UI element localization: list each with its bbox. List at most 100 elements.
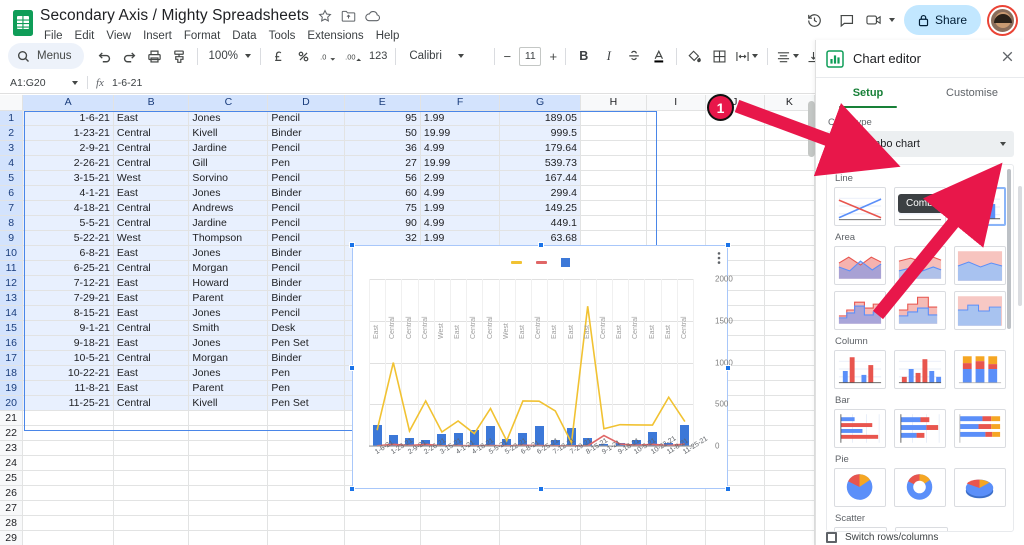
cell-C17[interactable]: Morgan [188,350,269,366]
strikethrough-icon[interactable] [621,44,646,69]
gallery-item-100-stacked-stepped-area-chart[interactable] [954,291,1006,330]
cell-C23[interactable] [188,440,269,456]
merge-cells-icon[interactable] [732,44,752,69]
cell-K5[interactable] [764,170,815,186]
column-header-g[interactable]: G [499,95,581,111]
chevron-down-icon[interactable] [752,54,759,58]
resize-handle-n[interactable] [538,242,544,248]
cell-D24[interactable] [267,455,345,471]
share-button[interactable]: Share [903,5,981,35]
resize-handle-sw[interactable] [349,486,355,492]
cell-G2[interactable]: 999.5 [499,125,581,141]
cell-E4[interactable]: 27 [344,155,421,171]
cell-A6[interactable]: 4-1-21 [22,185,114,201]
cell-H2[interactable] [580,125,647,141]
column-header-k[interactable]: K [764,95,815,111]
cell-K24[interactable] [764,455,815,471]
row-header-3[interactable]: 3 [0,140,24,156]
gallery-scrollbar[interactable] [1007,169,1011,329]
cell-B8[interactable]: Central [113,215,190,231]
cell-E27[interactable] [344,500,421,516]
cell-A2[interactable]: 1-23-21 [22,125,114,141]
text-color-button[interactable] [646,44,671,69]
row-header-6[interactable]: 6 [0,185,24,201]
cell-B15[interactable]: Central [113,320,190,336]
switch-rows-columns-checkbox[interactable] [826,532,837,543]
undo-button[interactable] [92,44,117,69]
cell-F6[interactable]: 4.99 [420,185,501,201]
horizontal-align-icon[interactable] [773,44,793,69]
cell-D5[interactable]: Pencil [267,170,345,186]
avatar[interactable] [989,6,1016,34]
cell-K25[interactable] [764,470,815,486]
cell-A21[interactable] [22,410,114,426]
cell-A20[interactable]: 11-25-21 [22,395,114,411]
cell-A4[interactable]: 2-26-21 [22,155,114,171]
cell-K21[interactable] [764,410,815,426]
font-size-stepper[interactable]: − 11 + [500,46,560,66]
cell-I27[interactable] [646,500,706,516]
cell-K1[interactable] [764,110,815,126]
paint-format-button[interactable] [167,44,192,69]
cell-I29[interactable] [646,530,706,545]
cell-K29[interactable] [764,530,815,545]
cell-A3[interactable]: 2-9-21 [22,140,114,156]
row-header-9[interactable]: 9 [0,230,24,246]
cell-I2[interactable] [646,125,706,141]
cell-I1[interactable] [646,110,706,126]
cell-K3[interactable] [764,140,815,156]
cell-J3[interactable] [705,140,765,156]
cell-C9[interactable]: Thompson [188,230,269,246]
cell-A11[interactable]: 6-25-21 [22,260,114,276]
cell-F4[interactable]: 19.99 [420,155,501,171]
switch-rows-columns-option[interactable]: Switch rows/columns [826,532,938,543]
number-format-button[interactable]: 123 [366,44,390,69]
cell-I4[interactable] [646,155,706,171]
cell-B4[interactable]: Central [113,155,190,171]
cell-G6[interactable]: 299.4 [499,185,581,201]
column-header-h[interactable]: H [580,95,647,111]
resize-handle-e[interactable] [725,365,731,371]
gallery-item-column-chart[interactable] [834,350,886,389]
cell-K2[interactable] [764,125,815,141]
meet-camera-icon[interactable] [864,5,898,35]
cell-C12[interactable]: Howard [188,275,269,291]
cell-H29[interactable] [580,530,647,545]
cell-C20[interactable]: Kivell [188,395,269,411]
cell-A26[interactable] [22,485,114,501]
cell-H6[interactable] [580,185,647,201]
cell-A18[interactable]: 10-22-21 [22,365,114,381]
cell-A10[interactable]: 6-8-21 [22,245,114,261]
cell-C5[interactable]: Sorvino [188,170,269,186]
cell-F9[interactable]: 1.99 [420,230,501,246]
table-row[interactable]: 5 3-15-21 West Sorvino Pencil 56 2.99 167.44 [0,170,815,186]
cell-K17[interactable] [764,350,815,366]
currency-pound-icon[interactable] [266,44,291,69]
star-icon[interactable] [318,9,332,23]
cloud-saved-icon[interactable] [365,10,381,23]
cell-K27[interactable] [764,500,815,516]
row-header-1[interactable]: 1 [0,110,24,126]
row-header-4[interactable]: 4 [0,155,24,171]
cell-D16[interactable]: Pen Set [267,335,345,351]
cell-A12[interactable]: 7-12-21 [22,275,114,291]
cell-K12[interactable] [764,275,815,291]
column-header-i[interactable]: I [646,95,706,111]
cell-C7[interactable]: Andrews [188,200,269,216]
cell-K18[interactable] [764,365,815,381]
cell-A9[interactable]: 5-22-21 [22,230,114,246]
cell-D23[interactable] [267,440,345,456]
cell-C11[interactable]: Morgan [188,260,269,276]
close-icon[interactable] [1001,50,1014,68]
column-header-c[interactable]: C [188,95,269,111]
cell-H27[interactable] [580,500,647,516]
embedded-chart[interactable]: 0 500 1000 1500 2000 East Central Central Centra… [349,242,733,492]
cell-C13[interactable]: Parent [188,290,269,306]
resize-handle-w[interactable] [349,365,355,371]
cell-K26[interactable] [764,485,815,501]
cell-C1[interactable]: Jones [188,110,269,126]
font-size-increase-button[interactable]: + [546,49,560,64]
row-header-19[interactable]: 19 [0,380,24,396]
increase-decimal-icon[interactable]: .00 [341,44,366,69]
cell-D6[interactable]: Binder [267,185,345,201]
